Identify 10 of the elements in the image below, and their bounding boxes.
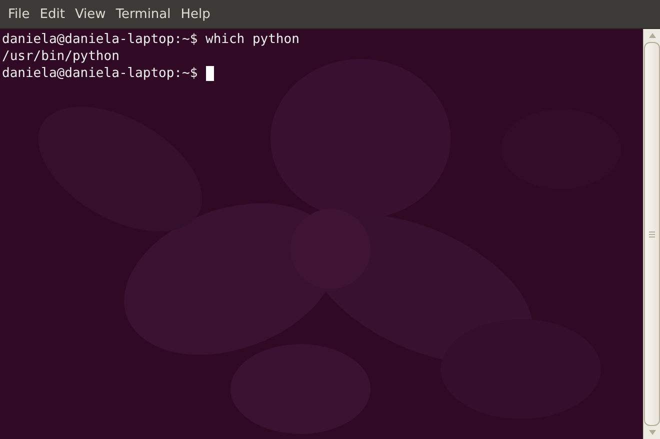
menu-item[interactable]: View (70, 6, 111, 22)
terminal-line: daniela@daniela-laptop:~$ which python (2, 32, 300, 47)
terminal-line: /usr/bin/python (2, 49, 120, 64)
menu-item[interactable]: Help (176, 6, 216, 22)
menu-item[interactable]: Edit (34, 6, 70, 22)
scroll-down-icon[interactable] (648, 430, 656, 435)
menu-item[interactable]: File (3, 6, 35, 22)
menu-item[interactable]: Terminal (110, 6, 176, 22)
scroll-up-icon[interactable] (648, 33, 656, 38)
terminal-line: daniela@daniela-laptop:~$ (2, 66, 199, 81)
